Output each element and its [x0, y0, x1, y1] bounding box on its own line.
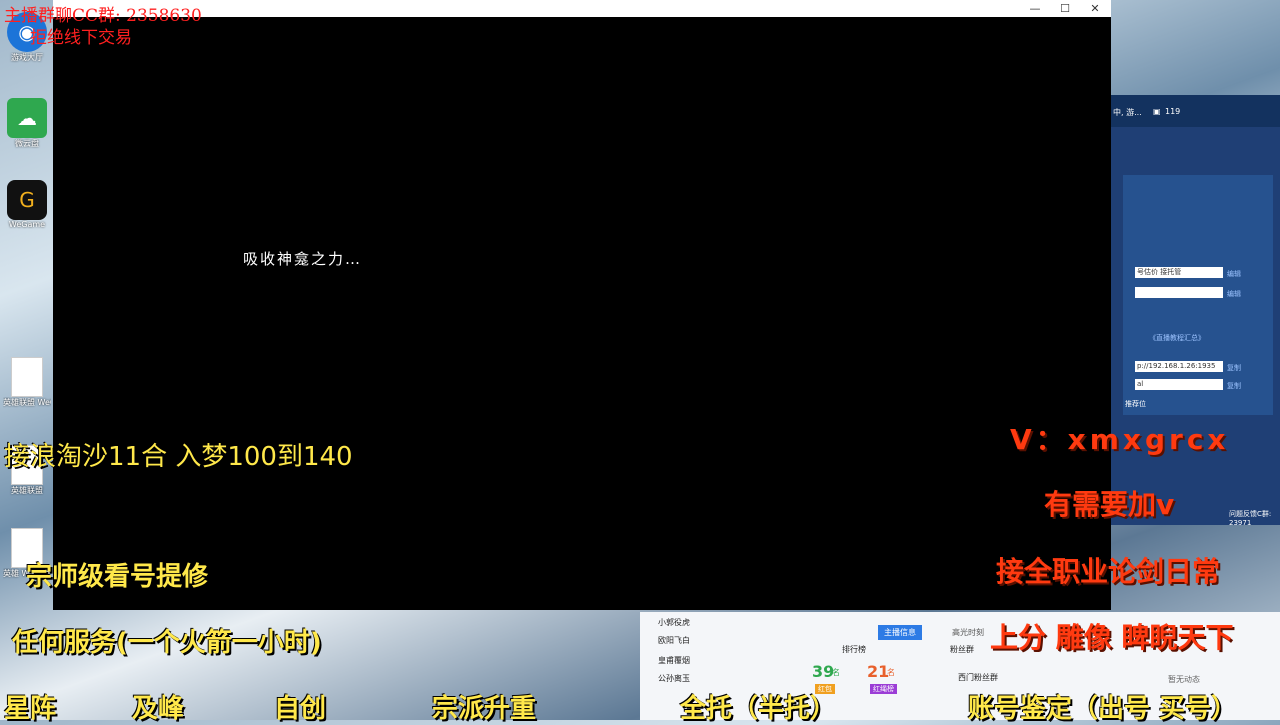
rank-badge-2: 红绳榜	[870, 684, 897, 694]
overlay-bottom-item: 账号鉴定（出号 买号）	[968, 694, 1238, 724]
loading-text: 吸收神龛之力…	[243, 250, 363, 268]
cloud-icon: ☁	[7, 98, 47, 138]
close-button[interactable]: ✕	[1080, 0, 1110, 17]
server-url-field[interactable]: p://192.168.1.26:1935	[1135, 361, 1223, 372]
no-activity-text: 暂无动态	[1168, 675, 1200, 684]
list-item[interactable]: 小郭役虎	[658, 617, 690, 628]
minimize-button[interactable]: —	[1020, 0, 1050, 17]
desktop-icon-label: 游戏大厅	[11, 53, 43, 62]
overlay-notice: 拒绝线下交易	[30, 28, 132, 48]
tutorial-link[interactable]: 《直播教程汇总》	[1149, 333, 1205, 343]
viewer-count: 119	[1165, 107, 1181, 116]
viewer-icon: ▣	[1153, 107, 1161, 116]
desktop-file-label: 英雄联盟	[11, 486, 43, 495]
desktop-icon-cloud[interactable]: ☁ 微云盘	[3, 98, 51, 149]
edit-link[interactable]: 编辑	[1227, 269, 1241, 279]
overlay-bottom-item: 宗派升重	[432, 694, 537, 724]
edit-link-2[interactable]: 编辑	[1227, 289, 1241, 299]
feedback-text: 问题反馈C群: 23971	[1229, 510, 1272, 527]
overlay-bottom-item: 星阵	[4, 694, 57, 724]
rank-stat-2-unit: 名	[887, 668, 895, 677]
desktop-icon-label: 微云盘	[15, 139, 39, 148]
copy-link[interactable]: 复制	[1227, 363, 1241, 373]
overlay-contact: V：xmxgrcx	[1010, 423, 1230, 456]
maximize-button[interactable]: ☐	[1050, 0, 1080, 17]
background-streaming-app: 中, 游... ▣ 119 号估价 接托管 编辑 编辑 《直播教程汇总》 p:/…	[1111, 95, 1280, 527]
overlay-line-1: 接浪淘沙11合 入梦100到140	[4, 442, 353, 472]
window-titlebar[interactable]: — ☐ ✕	[53, 0, 1111, 17]
tab-anchor-info[interactable]: 主播信息	[878, 625, 922, 640]
rank-stat-2: 21	[867, 662, 890, 681]
list-item[interactable]: 皇甫覆烟	[658, 655, 690, 666]
ranking-label[interactable]: 排行榜	[842, 644, 866, 655]
title-field[interactable]: 号估价 接托管	[1135, 267, 1223, 278]
overlay-line-2: 宗师级看号提修	[26, 562, 209, 592]
fan-group-name[interactable]: 西门粉丝群	[958, 672, 998, 683]
rank-stat-1-unit: 名	[832, 668, 840, 677]
fans-label[interactable]: 粉丝群	[950, 644, 974, 655]
stream-key-field[interactable]: al	[1135, 379, 1223, 390]
subtitle-field[interactable]	[1135, 287, 1223, 298]
overlay-bottom-item: 全托（半托）	[680, 694, 837, 724]
rank-stat-1: 39	[812, 662, 835, 681]
desktop-icon-wegame[interactable]: G WeGame	[3, 180, 51, 229]
copy-link-2[interactable]: 复制	[1227, 381, 1241, 391]
list-item[interactable]: 欧阳飞白	[658, 635, 690, 646]
overlay-add-v: 有需要加v	[1044, 488, 1175, 521]
app-status-text: 中, 游...	[1113, 108, 1142, 117]
app-toolbar: 中, 游... ▣ 119	[1111, 95, 1280, 127]
desktop-icon-label: WeGame	[8, 220, 46, 229]
wegame-icon: G	[7, 180, 47, 220]
overlay-line-3: 任何服务(一个火箭一小时)	[12, 628, 322, 658]
overlay-right-bottom: 上分 雕像 睥睨天下	[990, 621, 1234, 654]
list-item[interactable]: 公孙离玉	[658, 673, 690, 684]
file-icon	[11, 357, 43, 397]
overlay-bottom-item: 及峰	[132, 694, 185, 724]
desktop-file-label: 英雄联盟 WeGame版	[3, 398, 51, 407]
overlay-service: 接全职业论剑日常	[996, 555, 1221, 588]
desktop-file-1[interactable]: 英雄联盟 WeGame版	[3, 357, 51, 408]
recommend-label: 推荐位	[1125, 400, 1146, 408]
overlay-bottom-item: 自创	[274, 694, 327, 724]
app-settings-panel: 号估价 接托管 编辑 编辑 《直播教程汇总》 p://192.168.1.26:…	[1123, 175, 1273, 415]
game-window[interactable]: — ☐ ✕ 吸收神龛之力…	[53, 0, 1111, 610]
tab-highlights[interactable]: 高光时刻	[946, 625, 990, 640]
